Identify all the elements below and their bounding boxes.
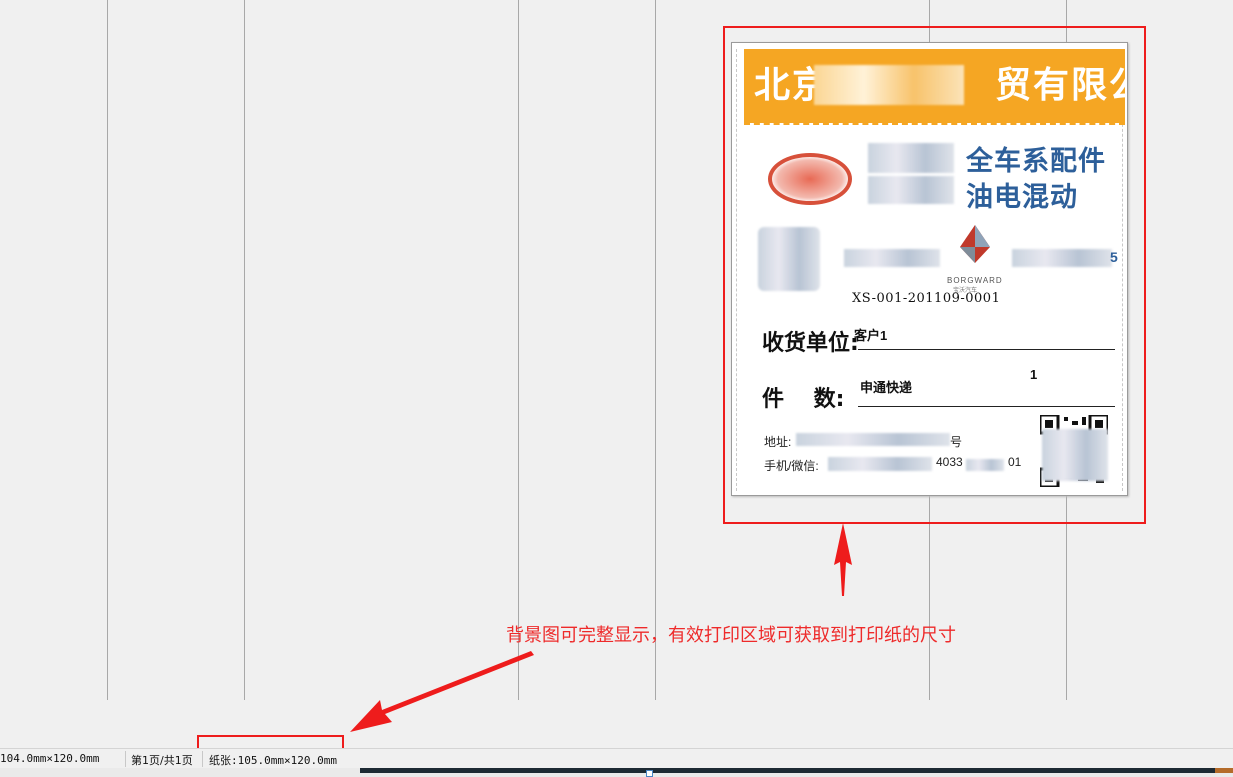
status-divider [202,751,203,767]
taskbar-strip [360,768,1215,773]
annotation-text: 背景图可完整显示，有效打印区域可获取到打印纸的尺寸 [506,625,956,646]
guide-line [518,0,519,700]
status-paper-size: 纸张:105.0mm×120.0mm [209,754,337,767]
guide-line [107,0,108,700]
status-bar: 104.0mm×120.0mm 第1页/共1页 纸张:105.0mm×120.0… [0,748,1233,769]
guide-line [244,0,245,700]
diagonal-arrow-icon [350,651,534,732]
up-arrow-icon [834,523,852,596]
status-size: 104.0mm×120.0mm [0,752,100,765]
label-highlight-frame [723,26,1146,524]
taskbar-accent [1215,768,1233,773]
status-divider [125,751,126,767]
guide-line [655,0,656,700]
scroll-handle[interactable] [646,770,653,777]
status-page: 第1页/共1页 [131,754,193,767]
